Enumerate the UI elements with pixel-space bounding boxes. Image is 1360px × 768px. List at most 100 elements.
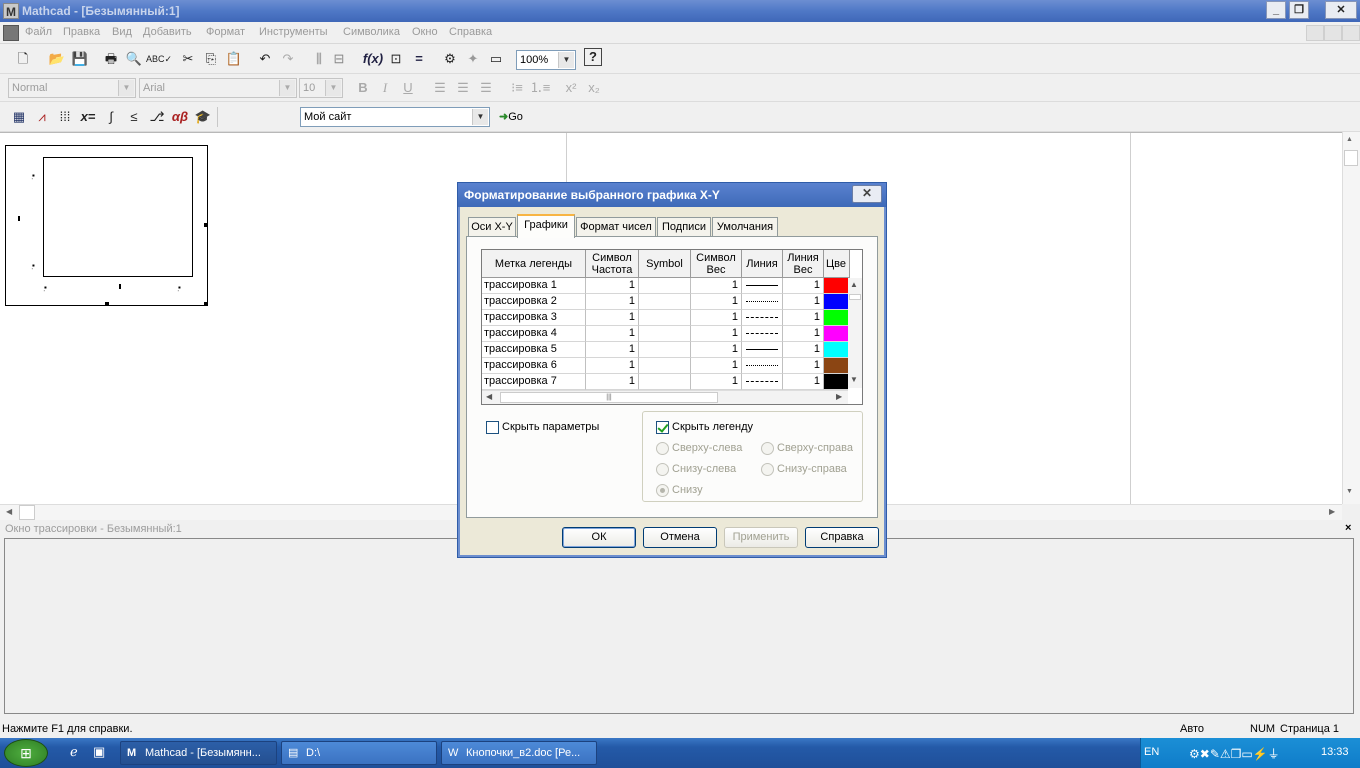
line-style-cell[interactable] — [742, 294, 783, 310]
frequency-cell[interactable]: 1 — [586, 342, 639, 358]
paste-icon[interactable]: 📋 — [223, 48, 245, 70]
scroll-up-icon[interactable]: ▲ — [850, 280, 858, 289]
tab-number-format[interactable]: Формат чисел — [576, 217, 656, 237]
tray-icons[interactable]: ⚙✖✎⚠❐▭⚡⏚ — [1189, 745, 1280, 762]
column-header[interactable]: Цве — [824, 250, 850, 278]
dialog-close-button[interactable]: ✕ — [852, 185, 882, 203]
legend-bottom-left-label[interactable]: Снизу-слева — [672, 463, 736, 475]
menu-help[interactable]: Справка — [449, 26, 492, 38]
calculate-icon[interactable]: = — [408, 48, 430, 70]
resource-site-select[interactable]: Мой сайт ▼ — [300, 107, 490, 127]
symbolic-icon[interactable]: 🎓 — [192, 106, 214, 128]
italic-button[interactable]: I — [374, 77, 396, 99]
symbol-cell[interactable] — [639, 374, 691, 390]
tab-xy-axes[interactable]: Оси X-Y — [468, 217, 516, 237]
minimize-button[interactable]: _ — [1266, 1, 1286, 19]
tab-defaults[interactable]: Умолчания — [712, 217, 778, 237]
scroll-up-icon[interactable]: ▲ — [1346, 136, 1356, 146]
matrix-icon[interactable]: ⁞⁞⁞ — [54, 106, 76, 128]
color-cell[interactable] — [824, 294, 848, 310]
menu-window[interactable]: Окно — [412, 26, 438, 38]
scroll-right-icon[interactable]: ▶ — [836, 392, 842, 401]
frequency-cell[interactable]: 1 — [586, 358, 639, 374]
column-header[interactable]: Метка легенды — [482, 250, 586, 278]
legend-label-cell[interactable]: трассировка 7 — [482, 374, 586, 390]
menu-insert[interactable]: Добавить — [143, 26, 192, 38]
color-cell[interactable] — [824, 310, 848, 326]
taskbar-item-explorer[interactable]: ▤ D:\ — [281, 741, 437, 765]
scroll-thumb[interactable]: ||| — [500, 392, 718, 403]
close-icon[interactable]: × — [1345, 522, 1351, 534]
calculus-icon[interactable]: ∫ — [100, 106, 122, 128]
print-icon[interactable]: 🖶 — [100, 48, 122, 70]
resize-handle[interactable] — [204, 302, 208, 306]
mathcad-icon[interactable]: M — [3, 3, 19, 19]
style-select[interactable]: Normal ▼ — [8, 78, 136, 98]
line-style-cell[interactable] — [742, 358, 783, 374]
ok-button[interactable]: ОК — [562, 527, 636, 548]
legend-top-right-radio[interactable] — [761, 442, 774, 455]
language-indicator[interactable]: EN — [1144, 746, 1159, 758]
insert-component-icon[interactable]: ⚙ — [439, 48, 461, 70]
numbered-list-icon[interactable]: ⒈≡ — [529, 77, 551, 99]
new-icon[interactable]: 🗋 — [12, 48, 34, 70]
calculator-icon[interactable]: ▦ — [8, 106, 30, 128]
grid-horizontal-scrollbar[interactable]: ◀ ||| ▶ — [482, 390, 848, 404]
cancel-button[interactable]: Отмена — [643, 527, 717, 548]
resources-icon[interactable]: ✦ — [462, 48, 484, 70]
symbol-weight-cell[interactable]: 1 — [691, 374, 742, 390]
font-select[interactable]: Arial ▼ — [139, 78, 297, 98]
ie-icon[interactable]: ℯ — [70, 744, 78, 760]
bold-button[interactable]: B — [352, 77, 374, 99]
legend-top-left-radio[interactable] — [656, 442, 669, 455]
redo-icon[interactable]: ↷ — [277, 48, 299, 70]
align-down-icon[interactable]: ⊟ — [328, 48, 350, 70]
frequency-cell[interactable]: 1 — [586, 374, 639, 390]
hide-params-checkbox[interactable] — [486, 421, 499, 434]
hide-params-label[interactable]: Скрыть параметры — [502, 421, 599, 433]
show-desktop-icon[interactable]: ▣ — [93, 744, 105, 760]
line-weight-cell[interactable]: 1 — [783, 342, 824, 358]
cut-icon[interactable]: ✂ — [177, 48, 199, 70]
line-style-cell[interactable] — [742, 342, 783, 358]
column-header[interactable]: Линия Вес — [783, 250, 824, 278]
subscript-button[interactable]: x₂ — [583, 77, 605, 99]
resize-handle[interactable] — [105, 302, 109, 306]
color-cell[interactable] — [824, 374, 848, 390]
mdi-minimize-button[interactable] — [1306, 25, 1324, 41]
symbol-cell[interactable] — [639, 358, 691, 374]
mdi-close-button[interactable] — [1342, 25, 1360, 41]
xy-plot-region[interactable]: ▪̣ ▪̣ ▪̣ ▪̣ — [5, 145, 208, 306]
symbol-cell[interactable] — [639, 310, 691, 326]
frequency-cell[interactable]: 1 — [586, 294, 639, 310]
hide-legend-checkbox[interactable] — [656, 421, 669, 434]
close-button[interactable]: ✕ — [1325, 1, 1357, 19]
frequency-cell[interactable]: 1 — [586, 326, 639, 342]
maximize-button[interactable]: ❐ — [1289, 1, 1309, 19]
print-preview-icon[interactable]: 🔍 — [123, 48, 145, 70]
legend-label-cell[interactable]: трассировка 2 — [482, 294, 586, 310]
legend-bottom-left-radio[interactable] — [656, 463, 669, 476]
document-icon[interactable] — [3, 25, 19, 41]
line-weight-cell[interactable]: 1 — [783, 278, 824, 294]
legend-label-cell[interactable]: трассировка 6 — [482, 358, 586, 374]
scroll-thumb[interactable] — [19, 505, 35, 520]
taskbar-item-mathcad[interactable]: M Mathcad - [Безымянн... — [120, 741, 277, 765]
symbol-weight-cell[interactable]: 1 — [691, 358, 742, 374]
tab-labels[interactable]: Подписи — [657, 217, 711, 237]
color-cell[interactable] — [824, 326, 848, 342]
legend-label-cell[interactable]: трассировка 5 — [482, 342, 586, 358]
scroll-thumb[interactable] — [1344, 150, 1358, 166]
help-button[interactable]: Справка — [805, 527, 879, 548]
greek-icon[interactable]: αβ — [169, 106, 191, 128]
trace-window-body[interactable] — [4, 538, 1354, 714]
boolean-icon[interactable]: ≤ — [123, 106, 145, 128]
superscript-button[interactable]: x² — [560, 77, 582, 99]
mdi-restore-button[interactable] — [1324, 25, 1342, 41]
apply-button[interactable]: Применить — [724, 527, 798, 548]
menu-format[interactable]: Формат — [206, 26, 245, 38]
taskbar-item-word[interactable]: W Кнопочки_в2.doc [Ре... — [441, 741, 597, 765]
line-style-cell[interactable] — [742, 310, 783, 326]
align-across-icon[interactable]: ⫼ — [308, 48, 330, 70]
line-style-cell[interactable] — [742, 278, 783, 294]
